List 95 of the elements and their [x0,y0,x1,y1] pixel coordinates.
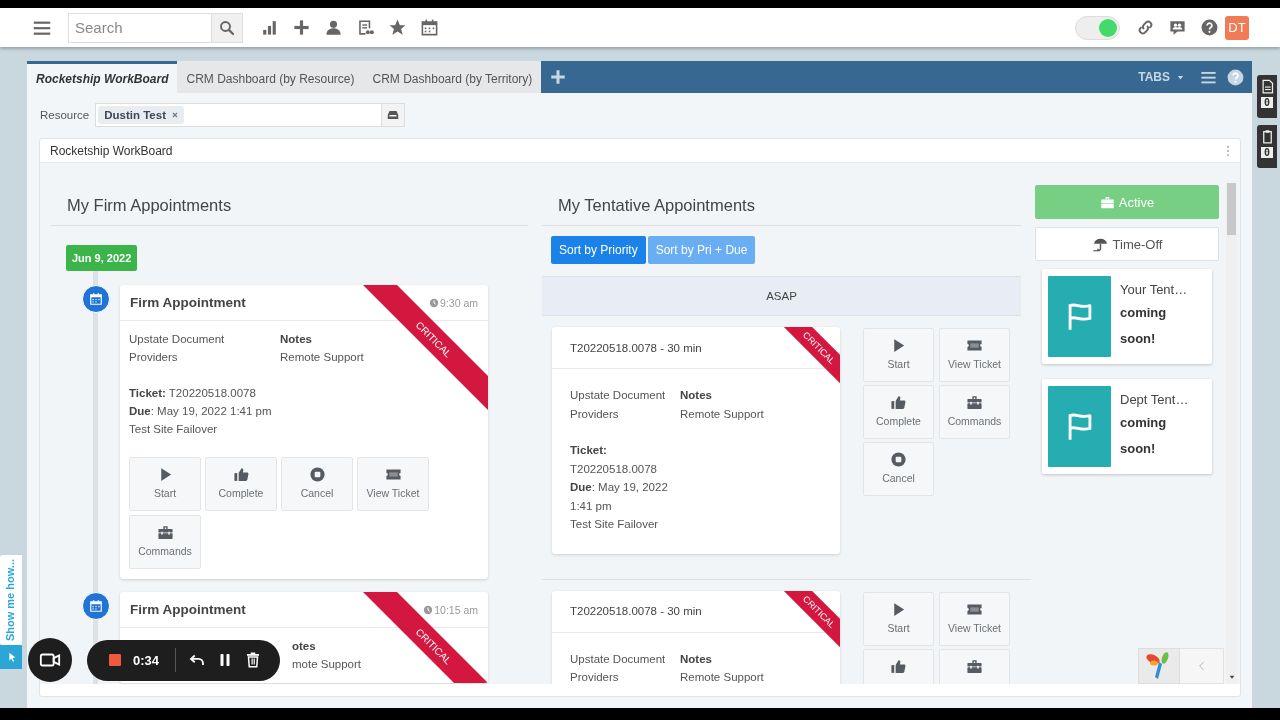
commands-button[interactable]: Commands [939,385,1010,439]
company-name: Upstate Document Providers [570,388,667,422]
star-icon[interactable] [388,18,407,37]
inbox-icon [386,108,401,122]
stop-square-icon [107,652,123,668]
appointment-title: Firm Appointment [130,295,246,310]
section-heading: My Firm Appointments [51,163,528,226]
appointment-time: 10:15 am [434,603,478,616]
document-icon [1259,79,1275,94]
tab[interactable]: Rocketship WorkBoard [27,61,178,93]
plus-icon[interactable] [292,18,311,37]
tab[interactable]: CRM Dashboard (by Resource) [177,61,364,93]
search-field[interactable]: Search [68,12,211,43]
notes-text: mote Support [292,657,363,672]
help-icon[interactable] [1200,18,1219,37]
ticket-number: Ticket: T20220518.0078 [129,386,257,401]
due-date: Due: May 19, 2022 1:41 pm [129,404,273,419]
resource-field[interactable]: Dustin Test [95,103,406,127]
company-name: Upstate Document Providers [129,332,226,365]
app-logo[interactable] [1138,648,1180,684]
thumbs-up-icon [890,394,907,411]
group-header: ASAP [542,276,1021,316]
stop-icon [308,466,326,483]
remove-icon[interactable] [171,111,179,119]
start-button[interactable]: Start [863,328,934,382]
widget-card[interactable]: Your Tent… coming soon! [1042,269,1212,364]
appointment-description: Test Site Failover [129,422,219,437]
cancel-button[interactable]: Cancel [281,457,353,511]
widget-card[interactable]: Dept Tent… coming soon! [1042,379,1212,474]
due-date: Due: May 19, 2022 1:41 pm [570,480,669,514]
report-icon[interactable] [356,18,375,37]
start-button[interactable]: Start [863,591,934,646]
stop-recording-button[interactable] [107,652,123,668]
appointment-title: Firm Appointment [130,602,246,617]
resource-token[interactable]: Dustin Test [98,106,184,124]
ticket-number: Ticket: T20220518.0078 [570,443,658,477]
recording-time: 0:34 [133,652,160,668]
thumbs-up-icon [890,657,907,675]
calendar-icon[interactable] [420,18,439,37]
cancel-button[interactable]: Cancel [863,442,934,496]
complete-button[interactable]: Complete [205,457,277,511]
widget-title: Your Tent… [1120,282,1189,297]
appointment-time: 9:30 am [440,296,478,309]
clock-icon [423,604,434,615]
company-name: Upstate Document Providers [570,651,667,684]
thumbs-up-icon [232,466,250,483]
sort-button[interactable]: Sort by Priority [551,236,646,264]
notes-label: Notes [680,651,713,667]
date-badge: Jun 9, 2022 [66,245,138,271]
clipboard-counter[interactable]: 0 [1257,125,1277,168]
widget-title: Dept Tent… [1120,392,1190,407]
caret-icon[interactable] [1228,673,1236,681]
help-icon[interactable] [1226,67,1245,87]
resource-label: Resource [40,109,90,121]
notes-text: Remote Support [680,406,765,422]
complete-button[interactable]: Complete [863,385,934,439]
calendar-icon [89,599,103,613]
appointment-title: T20220518.0078 - 30 min [570,341,702,354]
briefcase-icon [1099,194,1115,210]
start-button[interactable]: Start [129,457,201,511]
help-tab[interactable]: Show me how... [0,555,22,646]
widget-text: coming soon! [1120,304,1168,348]
presence-toggle[interactable] [1075,15,1120,40]
search-button[interactable] [211,12,243,43]
picker-button[interactable] [381,104,405,126]
time-off-button[interactable]: Time-Off [1035,227,1219,261]
link-icon[interactable] [1136,18,1155,37]
plus-icon [549,68,568,86]
notes-label: Notes [680,388,713,403]
commands-button[interactable]: Commands [129,515,201,569]
calendar-icon [89,292,103,306]
appointment-title: T20220518.0078 - 30 min [570,605,702,617]
user-icon[interactable] [324,18,343,37]
search-icon [218,18,236,37]
clock-icon [429,297,440,308]
panel-title: Rocketship WorkBoard [50,143,173,158]
toolbox-icon [966,657,983,675]
tabs-menu-button[interactable]: TABS [1138,61,1185,93]
notes-text: Remote Support [280,350,365,365]
toolbox-icon [966,394,983,411]
bar-chart-icon[interactable] [260,18,279,37]
view-ticket-button[interactable]: View Ticket [939,591,1010,646]
view-ticket-button[interactable]: View Ticket [357,457,429,511]
chat-icon[interactable] [1168,18,1187,37]
widget-text: coming soon! [1120,414,1168,458]
document-counter[interactable]: 0 [1257,75,1277,118]
appointment-description: Test Site Failover [570,517,660,532]
user-avatar[interactable]: DT [1225,15,1249,40]
tab[interactable]: CRM Dashboard (by Territory) [363,61,542,93]
notes-text: Remote Support [680,670,765,684]
section-heading: My Tentative Appointments [542,163,1021,226]
scrollbar[interactable] [1226,183,1237,684]
view-ticket-button[interactable]: View Ticket [939,328,1010,382]
toolbox-icon [156,524,174,541]
stop-icon [890,451,907,468]
